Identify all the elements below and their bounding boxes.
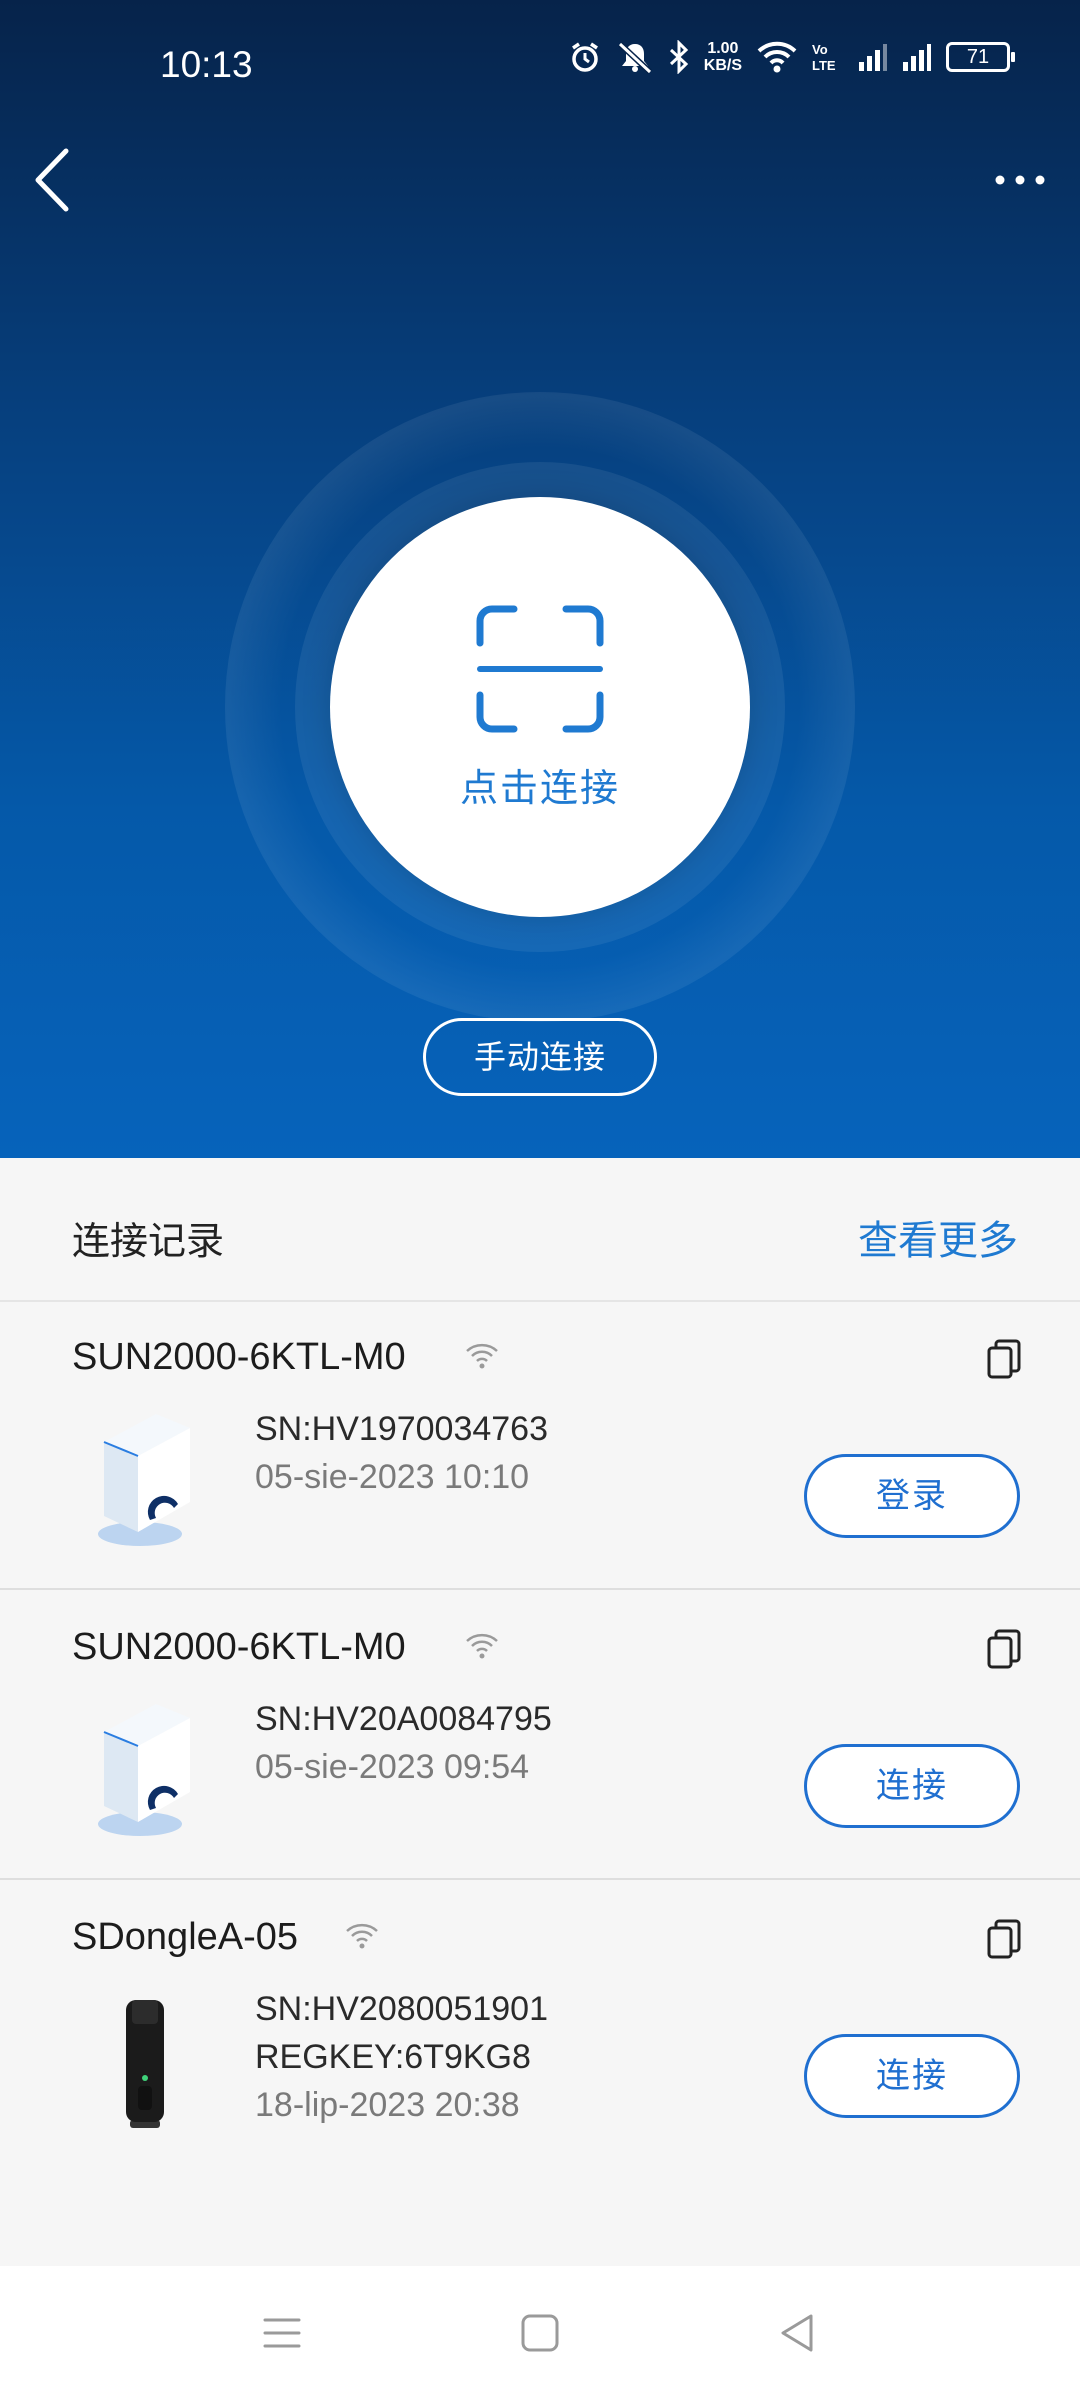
see-more-link[interactable]: 查看更多 [858,1208,1018,1266]
device-name: SDongleA-05 [72,1916,299,1958]
device-card[interactable]: SUN2000-6KTL-M0 SN:HV1970034763 05-sie-2… [0,1302,1080,1590]
net-speed: 1.00 KB/S [703,40,742,74]
records-title: 连接记录 [72,1219,225,1263]
volte-icon: VoLTE [812,42,836,73]
wifi-small-icon [346,1923,378,1949]
hero-banner: 10:13 1.00 KB/S Vo LTE 71 点击连接 手动连接 [0,0,1080,1158]
svg-text:Vo: Vo [812,42,828,57]
device-regkey: REGKEY:6T9KG8 [255,2038,531,2076]
device-date: 18-lip-2023 20:38 [255,2086,520,2124]
device-card[interactable]: SDongleA-05 SN:HV2080051901 REGKEY:6T9KG… [0,1882,1080,2266]
device-sn: SN:HV20A0084795 [255,1700,552,1738]
copy-icon[interactable] [986,1918,1022,1960]
battery-icon: 71 [946,42,1015,72]
status-icons: 1.00 KB/S Vo LTE 71 [568,40,1015,74]
connect-button[interactable]: 连接 [804,2034,1020,2118]
copy-icon[interactable] [986,1628,1022,1670]
login-button[interactable]: 登录 [804,1454,1020,1538]
copy-icon[interactable] [986,1338,1022,1380]
more-icon[interactable] [990,160,1050,200]
connect-button[interactable]: 连接 [804,1744,1020,1828]
device-sn: SN:HV1970034763 [255,1410,549,1448]
manual-connect-button[interactable]: 手动连接 [423,1018,657,1096]
device-sn: SN:HV2080051901 [255,1990,549,2028]
signal-icon-1 [859,44,887,71]
back-icon[interactable] [30,145,80,215]
home-icon[interactable] [515,2308,565,2358]
wifi-small-icon [466,1633,498,1659]
svg-text:LTE: LTE [812,58,836,73]
mute-icon [617,41,652,74]
device-card[interactable]: SUN2000-6KTL-M0 SN:HV20A0084795 05-sie-2… [0,1592,1080,1880]
scan-connect-label: 点击连接 [459,765,620,810]
status-bar: 10:13 1.00 KB/S Vo LTE 71 [0,0,1080,135]
device-date: 05-sie-2023 10:10 [255,1458,530,1496]
inverter-image [98,1414,190,1546]
alarm-icon [571,42,598,72]
records-header: 连接记录 查看更多 [0,1158,1080,1302]
system-nav-bar [0,2266,1080,2400]
scan-connect-button[interactable]: 点击连接 [330,497,750,917]
dongle-image [126,2000,164,2128]
wifi-icon [757,41,797,73]
bluetooth-icon [669,40,688,74]
device-date: 05-sie-2023 09:54 [255,1748,530,1786]
back-nav-icon[interactable] [773,2308,823,2358]
device-name: SUN2000-6KTL-M0 [72,1336,406,1378]
scan-icon [476,605,604,732]
inverter-image [98,1704,190,1836]
menu-icon[interactable] [257,2308,307,2358]
signal-icon-2 [903,44,931,71]
device-name: SUN2000-6KTL-M0 [72,1626,406,1668]
status-time: 10:13 [160,44,253,85]
wifi-small-icon [466,1343,498,1369]
